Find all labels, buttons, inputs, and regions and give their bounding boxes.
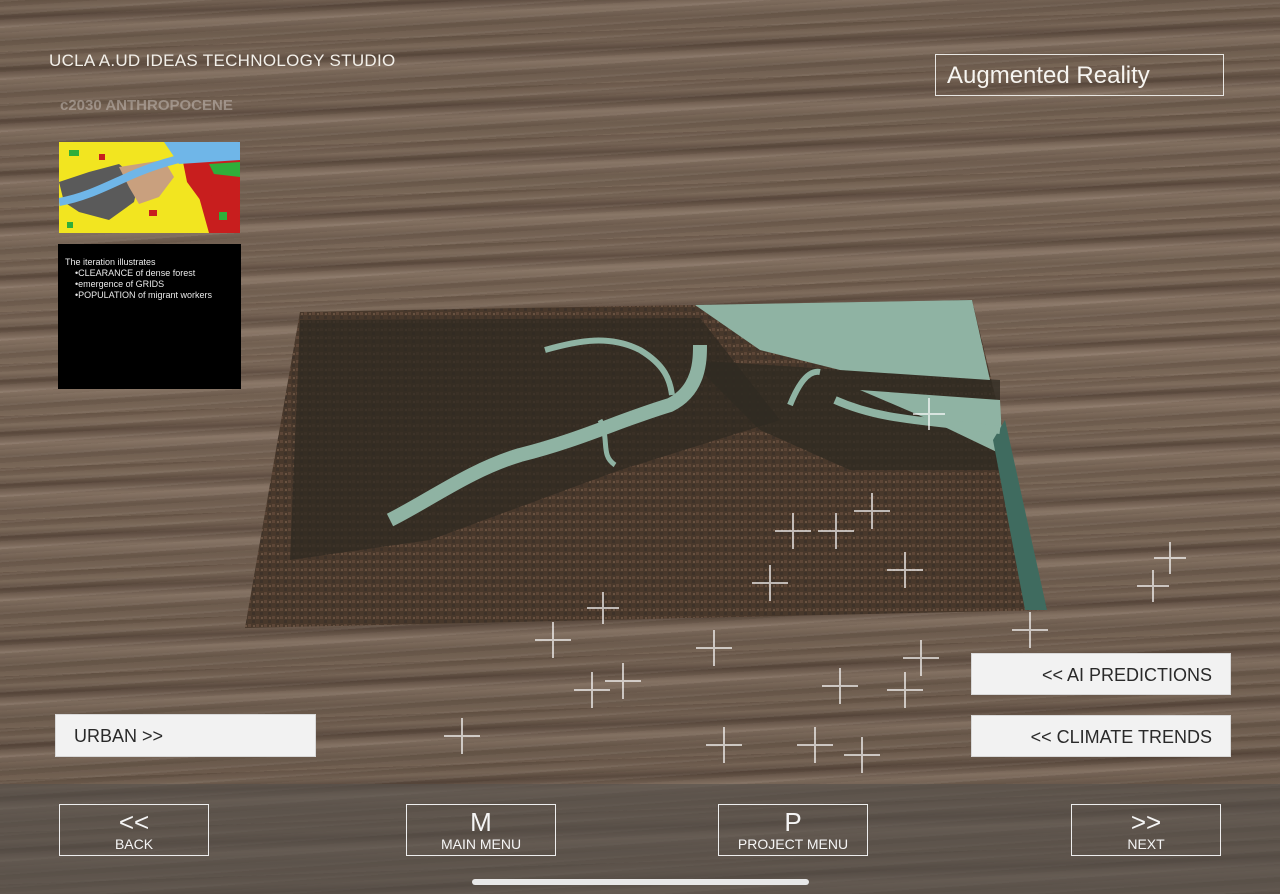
project-menu-button[interactable]: P PROJECT MENU bbox=[718, 804, 868, 856]
urban-button[interactable]: URBAN >> bbox=[55, 714, 316, 757]
back-icon: << bbox=[118, 807, 150, 837]
studio-title: UCLA A.UD IDEAS TECHNOLOGY STUDIO bbox=[49, 51, 396, 70]
info-item: •CLEARANCE of dense forest bbox=[75, 268, 196, 278]
next-label: NEXT bbox=[1127, 836, 1165, 852]
project-menu-icon: P bbox=[784, 807, 802, 837]
info-item: •POPULATION of migrant workers bbox=[75, 290, 213, 300]
project-menu-label: PROJECT MENU bbox=[737, 836, 849, 852]
main-menu-button[interactable]: M MAIN MENU bbox=[406, 804, 556, 856]
home-indicator[interactable] bbox=[472, 879, 809, 885]
main-menu-icon: M bbox=[470, 807, 492, 837]
back-label: BACK bbox=[114, 836, 154, 852]
info-item: •emergence of GRIDS bbox=[75, 279, 165, 289]
info-panel: The iteration illustrates •CLEARANCE of … bbox=[58, 244, 241, 389]
back-button[interactable]: << BACK bbox=[59, 804, 209, 856]
next-button[interactable]: >> NEXT bbox=[1071, 804, 1221, 856]
land-use-thumbnail-graphic bbox=[59, 142, 240, 233]
climate-trends-button[interactable]: << CLIMATE TRENDS bbox=[971, 715, 1231, 757]
main-menu-label: MAIN MENU bbox=[440, 836, 522, 852]
info-intro: The iteration illustrates bbox=[65, 257, 156, 267]
land-use-thumbnail bbox=[59, 142, 240, 233]
faded-anthropocene-title: c2030 ANTHROPOCENE bbox=[60, 97, 233, 114]
next-icon: >> bbox=[1130, 807, 1162, 837]
ar-satellite-map bbox=[245, 300, 1186, 773]
ai-predictions-button[interactable]: << AI PREDICTIONS bbox=[971, 653, 1231, 695]
augmented-reality-label: Augmented Reality bbox=[935, 54, 1224, 96]
wood-table-background bbox=[0, 0, 1280, 894]
